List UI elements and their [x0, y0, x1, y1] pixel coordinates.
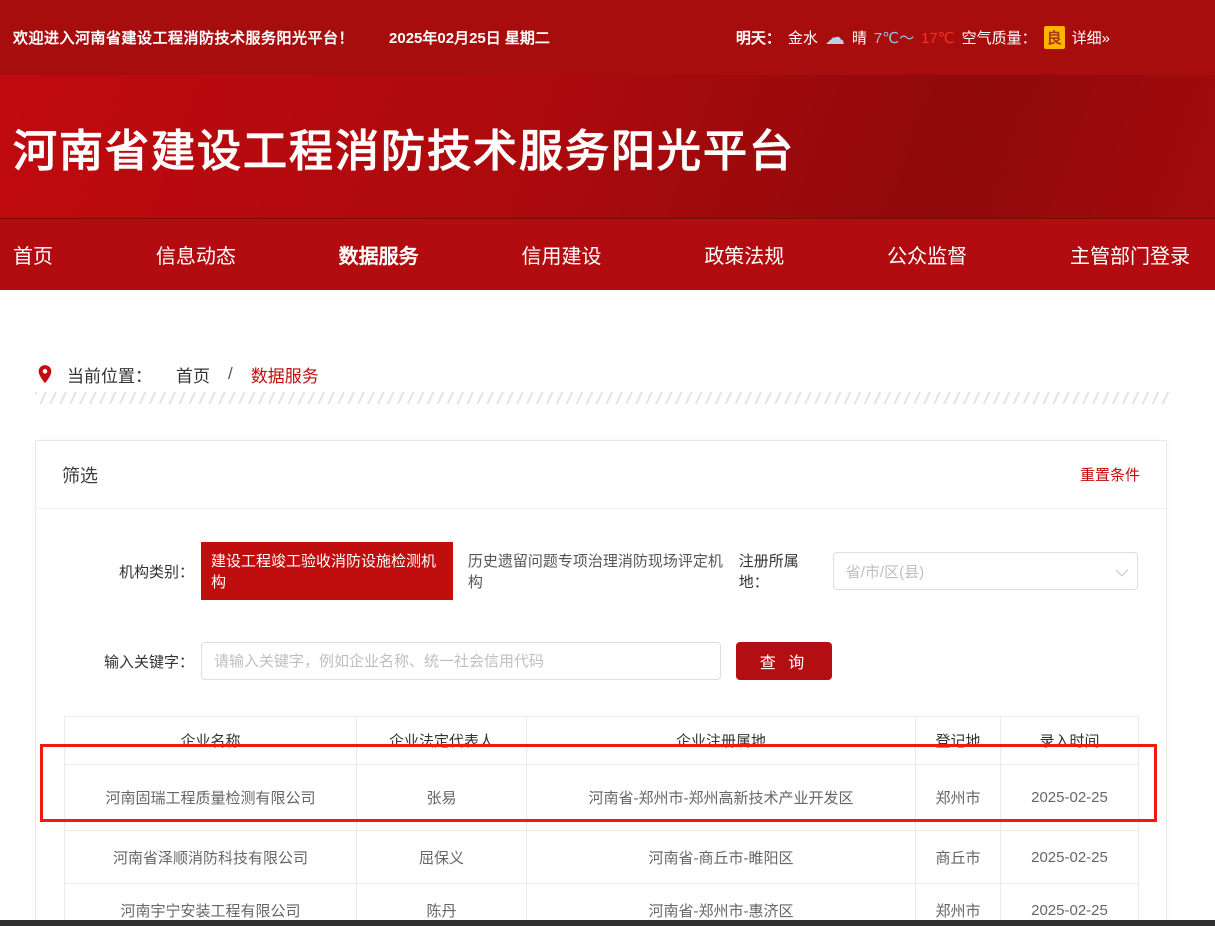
cell-legal-representative: 屈保义 — [357, 831, 527, 884]
cell-registered-location: 河南省-商丘市-睢阳区 — [527, 831, 916, 884]
breadcrumb: 当前位置： 首页 / 数据服务 — [0, 290, 1215, 390]
filter-panel-header: 筛选 重置条件 — [36, 441, 1166, 509]
cell-legal-representative: 张易 — [357, 765, 527, 831]
category-label: 机构类别： — [64, 561, 194, 582]
col-registration-place: 登记地 — [916, 717, 1001, 765]
table-row[interactable]: 河南省泽顺消防科技有限公司 屈保义 河南省-商丘市-睢阳区 商丘市 2025-0… — [65, 831, 1139, 884]
nav-item-credit[interactable]: 信用建设 — [521, 240, 601, 269]
region-label: 注册所属地： — [739, 550, 826, 592]
tomorrow-label: 明天： — [736, 27, 781, 48]
striped-divider — [35, 392, 1170, 404]
category-option-detection-agency[interactable]: 建设工程竣工验收消防设施检测机构 — [201, 542, 453, 600]
breadcrumb-label: 当前位置： — [67, 362, 152, 387]
welcome-text: 欢迎进入河南省建设工程消防技术服务阳光平台！ — [13, 27, 354, 48]
cell-registration-place: 郑州市 — [916, 765, 1001, 831]
cell-registration-place: 商丘市 — [916, 831, 1001, 884]
page: 欢迎进入河南省建设工程消防技术服务阳光平台！ 2025年02月25日 星期二 明… — [0, 0, 1215, 926]
air-quality-badge: 良 — [1044, 26, 1065, 49]
cell-company-name: 河南固瑞工程质量检测有限公司 — [65, 765, 357, 831]
nav-item-news[interactable]: 信息动态 — [156, 240, 236, 269]
table-row[interactable]: 河南固瑞工程质量检测有限公司 张易 河南省-郑州市-郑州高新技术产业开发区 郑州… — [65, 765, 1139, 831]
col-registered-location: 企业注册属地 — [527, 717, 916, 765]
cell-company-name: 河南省泽顺消防科技有限公司 — [65, 831, 357, 884]
results-table: 企业名称 企业法定代表人 企业注册属地 登记地 录入时间 河南固瑞工程质量检测有… — [64, 716, 1139, 926]
site-banner: 河南省建设工程消防技术服务阳光平台 — [0, 75, 1215, 218]
filter-panel-body: 机构类别： 建设工程竣工验收消防设施检测机构 历史遗留问题专项治理消防现场评定机… — [36, 509, 1166, 926]
col-legal-representative: 企业法定代表人 — [357, 717, 527, 765]
weather-condition: 晴 — [852, 27, 867, 48]
keyword-input[interactable] — [201, 642, 721, 680]
search-button[interactable]: 查 询 — [736, 642, 832, 680]
temp-low: 7℃～ — [874, 27, 914, 48]
filter-row-category: 机构类别： 建设工程竣工验收消防设施检测机构 历史遗留问题专项治理消防现场评定机… — [64, 542, 1138, 600]
main-nav: 首页 信息动态 数据服务 信用建设 政策法规 公众监督 主管部门登录 — [0, 218, 1215, 290]
air-quality-label: 空气质量： — [962, 27, 1037, 48]
footer-bar — [0, 920, 1215, 926]
filter-title: 筛选 — [62, 462, 98, 488]
location-pin-icon — [37, 364, 53, 385]
top-info-bar: 欢迎进入河南省建设工程消防技术服务阳光平台！ 2025年02月25日 星期二 明… — [0, 0, 1215, 75]
nav-item-policy[interactable]: 政策法规 — [704, 240, 784, 269]
cell-entry-date: 2025-02-25 — [1001, 831, 1139, 884]
content-area: 当前位置： 首页 / 数据服务 筛选 重置条件 机构类别： 建设工程竣工验收消防… — [0, 290, 1215, 926]
breadcrumb-separator: / — [228, 364, 233, 384]
nav-item-supervision[interactable]: 公众监督 — [887, 240, 967, 269]
nav-item-dept-login[interactable]: 主管部门登录 — [1070, 240, 1190, 269]
weather-district: 金水 — [788, 27, 818, 48]
cell-entry-date: 2025-02-25 — [1001, 765, 1139, 831]
breadcrumb-home-link[interactable]: 首页 — [176, 362, 210, 387]
reset-filters-link[interactable]: 重置条件 — [1080, 464, 1140, 485]
cloud-icon: ☁ — [825, 28, 845, 48]
table-header-row: 企业名称 企业法定代表人 企业注册属地 登记地 录入时间 — [65, 717, 1139, 765]
nav-item-data-service[interactable]: 数据服务 — [339, 240, 419, 269]
current-date: 2025年02月25日 星期二 — [389, 27, 550, 48]
region-filter-group: 注册所属地： 省/市/区(县) — [739, 550, 1138, 592]
filter-row-keyword: 输入关键字： 查 询 — [64, 642, 1138, 680]
temp-high: 17℃ — [921, 29, 955, 47]
nav-item-home[interactable]: 首页 — [13, 240, 53, 269]
chevron-down-icon — [1116, 563, 1129, 576]
weather-detail-link[interactable]: 详细» — [1072, 27, 1110, 48]
col-company-name: 企业名称 — [65, 717, 357, 765]
site-title: 河南省建设工程消防技术服务阳光平台 — [13, 115, 1215, 179]
region-select[interactable]: 省/市/区(县) — [833, 552, 1138, 590]
region-select-placeholder: 省/市/区(县) — [846, 561, 924, 582]
cell-registered-location: 河南省-郑州市-郑州高新技术产业开发区 — [527, 765, 916, 831]
filter-panel: 筛选 重置条件 机构类别： 建设工程竣工验收消防设施检测机构 历史遗留问题专项治… — [35, 440, 1167, 926]
category-option-legacy-assessment-agency[interactable]: 历史遗留问题专项治理消防现场评定机构 — [458, 542, 739, 600]
col-entry-date: 录入时间 — [1001, 717, 1139, 765]
weather-widget: 明天： 金水 ☁ 晴 7℃～ 17℃ 空气质量： 良 详细» — [736, 26, 1110, 49]
category-options: 建设工程竣工验收消防设施检测机构 历史遗留问题专项治理消防现场评定机构 — [201, 542, 739, 600]
breadcrumb-current-link[interactable]: 数据服务 — [251, 362, 319, 387]
keyword-label: 输入关键字： — [64, 651, 194, 672]
